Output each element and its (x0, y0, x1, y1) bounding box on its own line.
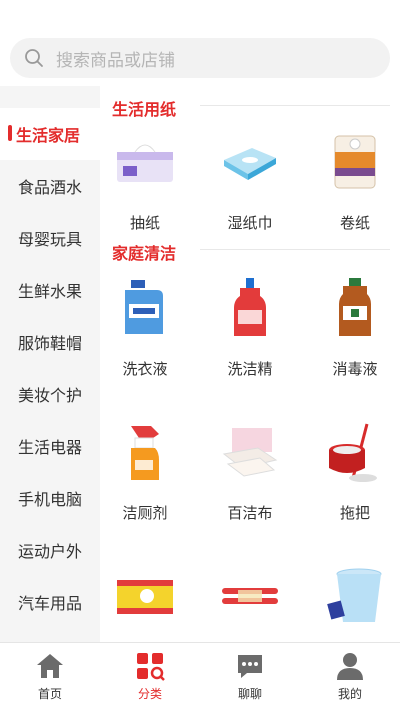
search-icon (25, 49, 43, 67)
category-content: 生活用纸 抽纸 湿纸巾 卷纸 家庭清洁 洗衣液 洗洁精 消毒液 洁厕剂 百洁布 … (100, 86, 400, 642)
section-title-cleaning: 家庭清洁 (112, 244, 177, 263)
nav-profile[interactable]: 我的 (300, 643, 400, 711)
trash-bag-icon (117, 580, 173, 614)
nav-home[interactable]: 首页 (0, 643, 100, 711)
bucket-icon (327, 568, 382, 622)
sidebar-item-clothing[interactable]: 服饰鞋帽 (0, 316, 100, 368)
section-title-paper: 生活用纸 (112, 100, 177, 119)
divider (200, 105, 390, 106)
category-icon (137, 653, 165, 681)
toilet-cleaner-icon (131, 426, 159, 480)
sidebar-item-appliances[interactable]: 生活电器 (0, 420, 100, 472)
product-mop[interactable]: 拖把 (310, 420, 400, 523)
nav-chat[interactable]: 聊聊 (200, 643, 300, 711)
disinfectant-icon (339, 278, 371, 336)
product-scouring-cloth[interactable]: 百洁布 (205, 420, 295, 523)
product-disinfectant[interactable]: 消毒液 (310, 276, 400, 379)
tissue-box-icon (117, 144, 173, 182)
sidebar-item-car-supplies[interactable]: 汽车用品 (0, 576, 100, 628)
sidebar-item-fresh-fruit[interactable]: 生鲜水果 (0, 264, 100, 316)
sidebar-item-beauty[interactable]: 美妆个护 (0, 368, 100, 420)
bottom-navigation: 首页 分类 聊聊 我的 (0, 642, 400, 711)
sidebar-item-outdoor-sports[interactable]: 运动户外 (0, 524, 100, 576)
laundry-detergent-icon (125, 280, 163, 334)
product-garbage-bag-roll[interactable] (205, 564, 295, 632)
user-icon (337, 653, 363, 680)
dish-soap-icon (234, 278, 266, 336)
product-laundry-detergent[interactable]: 洗衣液 (100, 276, 190, 379)
toilet-roll-icon (334, 135, 376, 189)
mop-icon (329, 423, 377, 482)
home-icon (37, 654, 63, 678)
product-toilet-roll[interactable]: 卷纸 (310, 130, 400, 233)
divider (200, 249, 390, 250)
sidebar-item-phones-computers[interactable]: 手机电脑 (0, 472, 100, 524)
search-input[interactable]: 搜索商品或店铺 (10, 38, 390, 78)
product-bucket[interactable] (310, 564, 400, 632)
scouring-cloth-icon (222, 428, 278, 477)
wet-wipes-icon (224, 148, 276, 180)
nav-category[interactable]: 分类 (100, 643, 200, 711)
product-wet-wipes[interactable]: 湿纸巾 (205, 130, 295, 233)
product-toilet-cleaner[interactable]: 洁厕剂 (100, 420, 190, 523)
search-placeholder: 搜索商品或店铺 (56, 50, 175, 71)
category-sidebar: 生活家居 食品酒水 母婴玩具 生鲜水果 服饰鞋帽 美妆个护 生活电器 手机电脑 … (0, 86, 100, 642)
sidebar-item-living-home[interactable]: 生活家居 (0, 108, 100, 160)
sidebar-item-baby-toys[interactable]: 母婴玩具 (0, 212, 100, 264)
garbage-bag-roll-icon (222, 588, 278, 604)
chat-icon (238, 655, 262, 678)
product-tissue[interactable]: 抽纸 (100, 130, 190, 233)
product-trash-bag[interactable] (100, 564, 190, 632)
sidebar-item-food-drinks[interactable]: 食品酒水 (0, 160, 100, 212)
product-dish-soap[interactable]: 洗洁精 (205, 276, 295, 379)
